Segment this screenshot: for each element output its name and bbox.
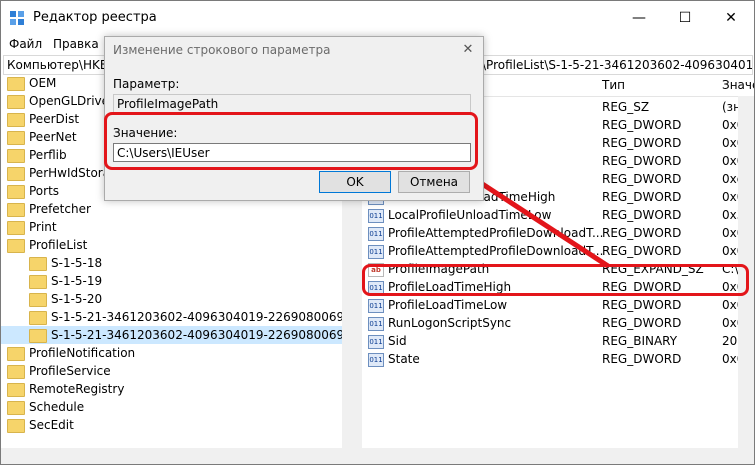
tree-item-label: Ports	[29, 184, 60, 198]
folder-icon	[7, 166, 25, 181]
folder-icon	[29, 256, 47, 271]
menu-file[interactable]: Файл	[9, 37, 42, 51]
value-type: REG_DWORD	[602, 352, 682, 366]
folder-icon	[7, 382, 25, 397]
binary-value-icon: 011	[368, 226, 384, 241]
folder-icon	[7, 346, 25, 361]
tree-item[interactable]: S-1-5-21-3461203602-4096304019-226908006…	[1, 326, 359, 344]
value-type: REG_DWORD	[602, 298, 682, 312]
value-type: REG_BINARY	[602, 334, 678, 348]
tree-item-label: Prefetcher	[29, 202, 91, 216]
tree-item-label: PeerDist	[29, 112, 80, 126]
minimize-button[interactable]: —	[616, 1, 662, 35]
folder-icon	[7, 130, 25, 145]
tree-item-label: S-1-5-21-3461203602-4096304019-226908006…	[51, 310, 359, 324]
folder-icon	[7, 148, 25, 163]
tree-item-label: ProfileNotification	[29, 346, 136, 360]
tree-item[interactable]: ProfileService	[1, 362, 359, 380]
value-row[interactable]: 011RunLogonScriptSyncREG_DWORD0x000	[362, 314, 754, 332]
tree-item-label: SecEdit	[29, 418, 74, 432]
tree-item-label: RemoteRegistry	[29, 382, 125, 396]
address-text-right: \ProfileList\S-1-5-21-3461203602-4096304…	[482, 58, 753, 72]
folder-icon	[7, 202, 25, 217]
param-label: Параметр:	[113, 77, 180, 91]
tree-horizontal-scrollbar[interactable]	[1, 448, 359, 464]
tree-item-label: S-1-5-20	[51, 292, 103, 306]
value-row[interactable]: 011SidREG_BINARY20 08	[362, 332, 754, 350]
binary-value-icon: 011	[368, 334, 384, 349]
binary-value-icon: 011	[368, 208, 384, 223]
cancel-button[interactable]: Отмена	[398, 171, 470, 193]
folder-icon	[7, 238, 25, 253]
tree-item[interactable]: SecEdit	[1, 416, 359, 434]
binary-value-icon: 011	[368, 316, 384, 331]
tree-item[interactable]: S-1-5-19	[1, 272, 359, 290]
folder-icon	[7, 112, 25, 127]
tree-item[interactable]: Prefetcher	[1, 200, 359, 218]
tree-item-label: Perflib	[29, 148, 67, 162]
tree-item-label: S-1-5-21-3461203602-4096304019-226908006…	[51, 328, 359, 342]
value-row[interactable]: 011ProfileLoadTimeLowREG_DWORD0x000	[362, 296, 754, 314]
tree-item-label: Print	[29, 220, 57, 234]
value-type: REG_DWORD	[602, 316, 682, 330]
tree-item-label: S-1-5-18	[51, 256, 103, 270]
folder-icon	[7, 400, 25, 415]
folder-icon	[29, 292, 47, 307]
value-type: REG_DWORD	[602, 118, 682, 132]
tree-item-label: S-1-5-19	[51, 274, 103, 288]
tree-item[interactable]: ProfileNotification	[1, 344, 359, 362]
registry-editor-icon	[10, 11, 24, 25]
title-bar: Редактор реестра — ☐ ✕	[1, 1, 754, 35]
dialog-close-button[interactable]: ✕	[455, 39, 481, 61]
folder-icon	[7, 94, 25, 109]
close-button[interactable]: ✕	[708, 1, 754, 35]
tree-item[interactable]: RemoteRegistry	[1, 380, 359, 398]
folder-icon	[7, 418, 25, 433]
param-field: ProfileImagePath	[113, 94, 471, 113]
tree-item-label: PeerNet	[29, 130, 77, 144]
folder-icon	[7, 220, 25, 235]
tree-item[interactable]: S-1-5-20	[1, 290, 359, 308]
tree-item[interactable]: ProfileList	[1, 236, 359, 254]
tree-item[interactable]: S-1-5-18	[1, 254, 359, 272]
value-name: Sid	[388, 334, 407, 348]
tree-item[interactable]: S-1-5-21-3461203602-4096304019-226908006…	[1, 308, 359, 326]
folder-icon	[29, 310, 47, 325]
value-row[interactable]: 011StateREG_DWORD0x000	[362, 350, 754, 368]
values-horizontal-scrollbar[interactable]	[362, 448, 754, 464]
maximize-button[interactable]: ☐	[662, 1, 708, 35]
dialog-title: Изменение строкового параметра	[113, 43, 331, 57]
value-name: State	[388, 352, 420, 366]
folder-icon	[29, 274, 47, 289]
tree-item[interactable]: Schedule	[1, 398, 359, 416]
folder-icon	[7, 364, 25, 379]
window-title: Редактор реестра	[33, 10, 157, 25]
header-data[interactable]: Значе	[722, 78, 754, 92]
menu-edit[interactable]: Правка	[53, 37, 99, 51]
folder-icon	[7, 76, 25, 91]
tree-item-label: OEM	[29, 76, 57, 90]
value-name: RunLogonScriptSync	[388, 316, 512, 330]
value-type: REG_SZ	[602, 100, 650, 114]
header-type[interactable]: Тип	[602, 78, 625, 92]
value-name: ProfileLoadTimeLow	[388, 298, 508, 312]
binary-value-icon: 011	[368, 352, 384, 367]
highlight-value-field	[104, 112, 478, 170]
binary-value-icon: 011	[368, 244, 384, 259]
ok-button[interactable]: OK	[319, 171, 391, 193]
folder-icon	[29, 328, 47, 343]
binary-value-icon: 011	[368, 298, 384, 313]
folder-icon	[7, 184, 25, 199]
tree-item-label: ProfileList	[29, 238, 88, 252]
tree-item-label: Schedule	[29, 400, 85, 414]
address-text: Компьютер\HKE	[7, 58, 108, 72]
tree-item-label: ProfileService	[29, 364, 111, 378]
tree-item[interactable]: Print	[1, 218, 359, 236]
